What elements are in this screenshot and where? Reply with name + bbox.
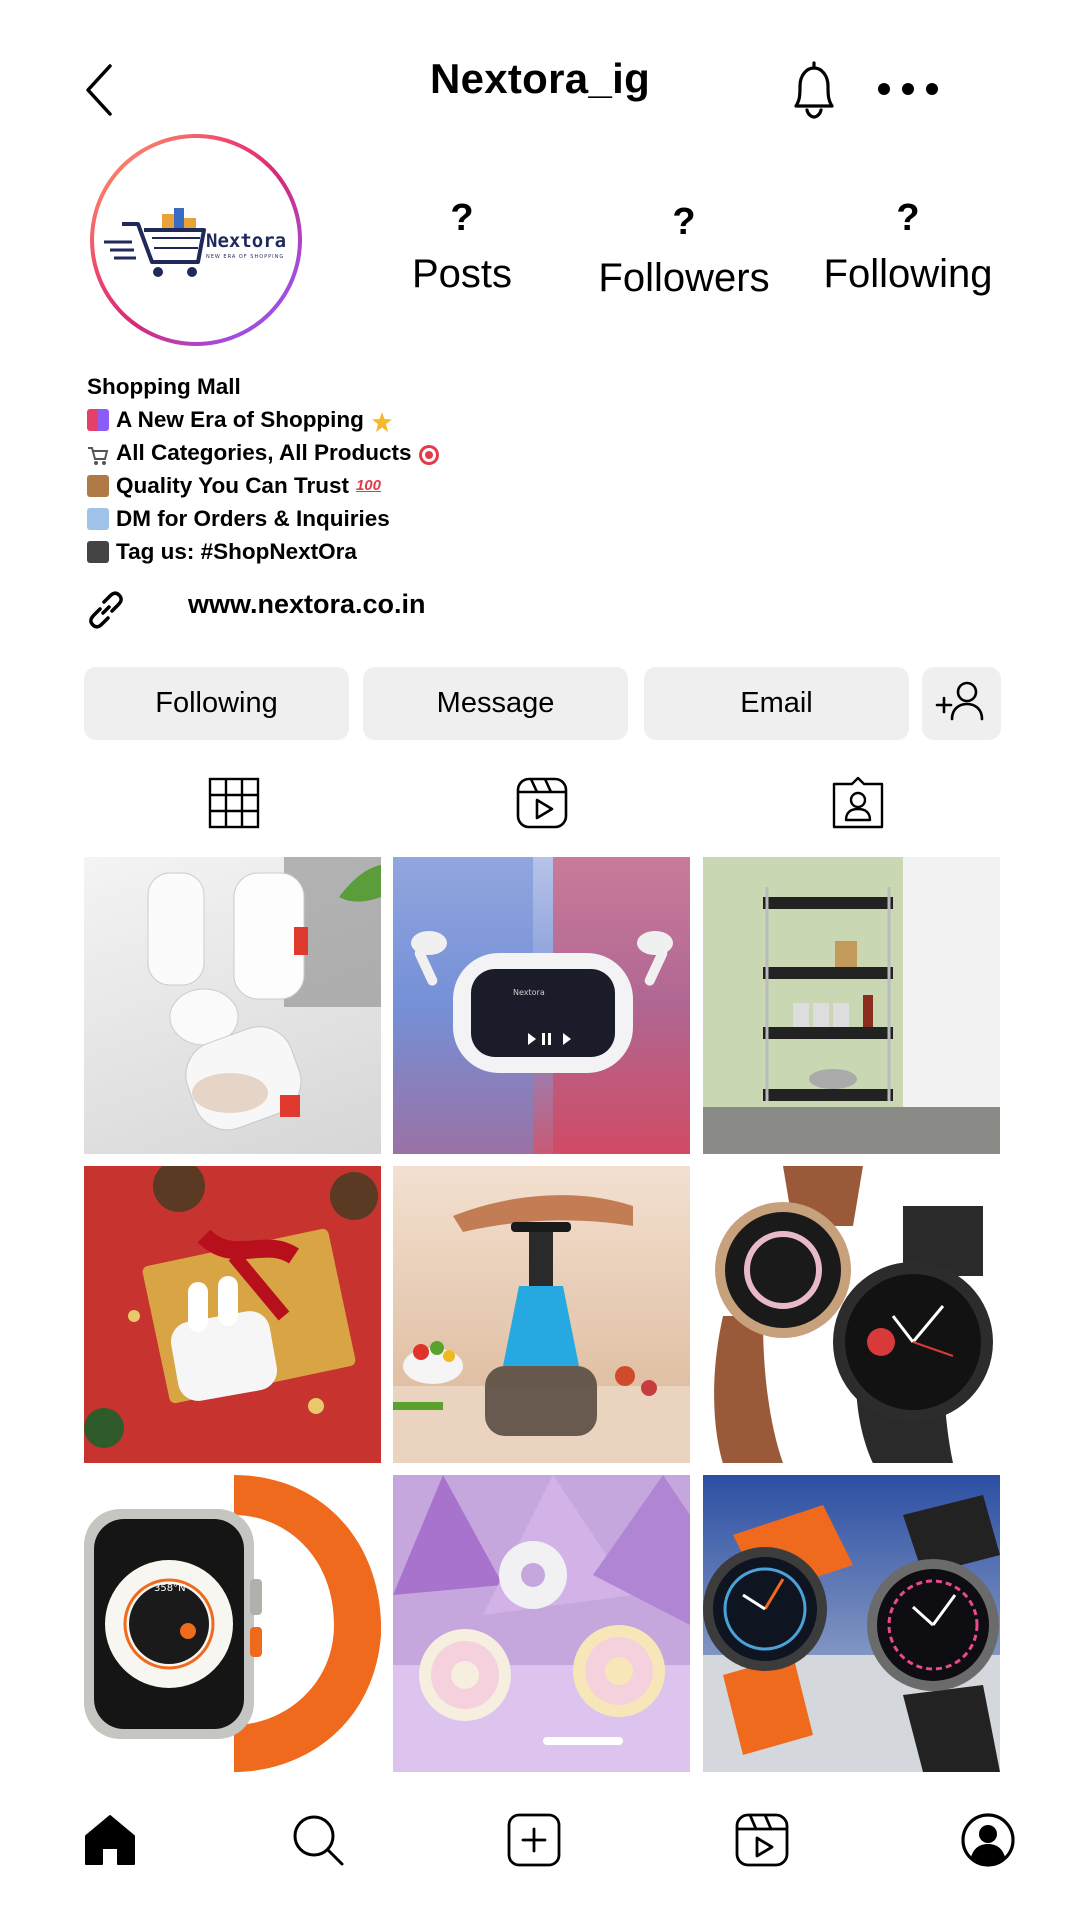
following-button[interactable]: Following (84, 667, 349, 740)
bio-line: Tag us: #ShopNextOra (87, 535, 687, 568)
bio-line-text: All Categories, All Products (116, 440, 412, 465)
christmas-earbuds-image (84, 1166, 378, 1448)
donut-lunchbox-image (393, 1475, 690, 1772)
earbuds-case-image: Nextora (393, 857, 690, 1154)
bio: Shopping Mall A New Era of Shopping All … (87, 370, 687, 568)
website-link[interactable]: www.nextora.co.in (188, 589, 426, 620)
post-tile[interactable]: 358°N (84, 1475, 381, 1772)
post-tile[interactable] (703, 1475, 1000, 1772)
reels-icon (735, 1813, 789, 1867)
bio-line-text: Quality You Can Trust (116, 473, 349, 498)
email-button[interactable]: Email (644, 667, 909, 740)
bell-icon[interactable] (786, 60, 842, 120)
tab-tagged[interactable] (831, 776, 885, 830)
orange-band-watch-image: 358°N (84, 1475, 381, 1772)
sparkle-emoji-icon (371, 409, 393, 432)
target-emoji-icon (418, 442, 440, 465)
tab-posts-grid[interactable] (207, 776, 261, 830)
logo-name: Nextora (206, 230, 287, 252)
post-tile[interactable] (703, 857, 1000, 1154)
bio-category: Shopping Mall (87, 374, 241, 399)
tagged-user-icon (832, 776, 884, 829)
home-icon (85, 1815, 135, 1865)
post-tile[interactable]: Nextora (393, 857, 690, 1154)
hundred-emoji-icon: 100 (355, 476, 381, 494)
stat-value: ? (672, 201, 696, 243)
post-tile[interactable] (703, 1166, 1000, 1463)
bio-line-text: A New Era of Shopping (116, 407, 364, 432)
shopping-bags-emoji-icon (87, 408, 109, 431)
add-user-icon (935, 681, 984, 721)
bio-line: Quality You Can Trust 100 (87, 469, 687, 502)
avatar[interactable]: Nextora NEW ERA OF SHOPPING (90, 134, 302, 346)
post-tile[interactable] (393, 1166, 690, 1463)
shopping-cart-emoji-icon (87, 442, 109, 465)
reels-icon (516, 777, 568, 829)
tab-reels[interactable] (515, 776, 569, 830)
smartwatches-image (714, 1166, 993, 1463)
create-icon (507, 1813, 561, 1867)
stat-value: ? (896, 197, 920, 239)
stat-label: Following (823, 252, 993, 296)
post-tile[interactable] (84, 857, 381, 1154)
soap-holder-image (147, 857, 381, 1131)
more-horizontal-icon[interactable] (876, 80, 940, 98)
storage-trolley-image (703, 857, 1000, 1154)
profile-icon (961, 1813, 1015, 1867)
post-tile[interactable] (84, 1166, 381, 1463)
bio-line: All Categories, All Products (87, 436, 687, 469)
logo-tagline: NEW ERA OF SHOPPING (206, 254, 285, 260)
camera-emoji-icon (87, 540, 109, 563)
bio-line-text: Tag us: #ShopNextOra (116, 539, 357, 564)
message-button[interactable]: Message (363, 667, 628, 740)
bio-line: DM for Orders & Inquiries (87, 502, 687, 535)
stat-posts[interactable]: ? Posts (362, 198, 562, 298)
stat-value: ? (450, 197, 474, 239)
search-icon (293, 1815, 344, 1866)
nav-create[interactable] (506, 1812, 562, 1868)
stat-label: Posts (411, 252, 513, 296)
stat-label: Followers (598, 256, 770, 300)
nav-profile[interactable] (960, 1812, 1016, 1868)
hand-chopper-image (393, 1195, 690, 1463)
stat-followers[interactable]: ? Followers (584, 202, 784, 302)
stat-following[interactable]: ? Following (808, 198, 1008, 298)
svg-text:358°N: 358°N (154, 1583, 186, 1594)
nav-home[interactable] (82, 1812, 138, 1868)
bio-line-text: DM for Orders & Inquiries (116, 506, 390, 531)
link-icon (86, 590, 126, 630)
package-emoji-icon (87, 474, 109, 497)
posts-grid: Nextora 358°N (84, 857, 1001, 1774)
nav-search[interactable] (290, 1812, 346, 1868)
post-tile[interactable] (393, 1475, 690, 1772)
inbox-emoji-icon (87, 507, 109, 530)
add-user-button[interactable] (922, 667, 1001, 740)
nav-reels[interactable] (734, 1812, 790, 1868)
twin-watches-image (703, 1495, 1000, 1772)
svg-text:Nextora: Nextora (513, 988, 545, 997)
bio-line: A New Era of Shopping (87, 403, 687, 436)
grid-icon (208, 777, 260, 829)
